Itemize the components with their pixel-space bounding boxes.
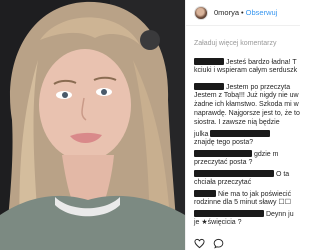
comment-item: je ★święcicia ? bbox=[194, 219, 300, 227]
comment-item: znajdę tego posta? bbox=[194, 139, 300, 147]
comment-item: Jestem po przeczyta bbox=[194, 83, 300, 92]
comment-text: przeczytać posta ? bbox=[194, 159, 253, 166]
comment-item: gdzie m bbox=[194, 150, 300, 159]
avatar[interactable] bbox=[194, 5, 208, 20]
post-actions bbox=[186, 236, 300, 250]
post-side-panel: 0morya • Obserwuj Załaduj więcej komenta… bbox=[185, 0, 300, 250]
portrait-illustration bbox=[0, 0, 185, 250]
comment-item: chciała przeczytać bbox=[194, 179, 300, 187]
comment-text: Jesteś bardzo ładna! T bbox=[225, 59, 297, 66]
comment-text: Nie ma to jak poświecić bbox=[217, 191, 292, 198]
heart-icon[interactable] bbox=[194, 238, 205, 249]
post-photo[interactable] bbox=[0, 0, 185, 250]
comment-text: kciuki i wspieram całym serduszk bbox=[194, 67, 298, 74]
comment-text: Jestem z Tobą!!! Już nigdy nie uw bbox=[194, 92, 299, 99]
load-more-comments-link[interactable]: Załaduj więcej komentarzy bbox=[194, 40, 276, 47]
comment-item: kciuki i wspieram całym serduszk bbox=[194, 67, 300, 75]
comment-item: O ta bbox=[194, 170, 300, 179]
comment-text: siostra. I zawsze nią będzie bbox=[194, 119, 280, 126]
comment-item: siostra. I zawsze nią będzie bbox=[194, 119, 300, 127]
comment-text: rodzinne dla 5 minut sławy ☐☐ bbox=[194, 199, 291, 206]
comment-item: naprawdę. Najgorsze jest to, że to bbox=[194, 110, 300, 118]
comment-text: żadne ich kłamstwo. Szkoda mi w bbox=[194, 101, 299, 108]
comment-item: przeczytać posta ? bbox=[194, 159, 300, 167]
redacted-username bbox=[194, 58, 224, 65]
comment-text: gdzie m bbox=[253, 151, 279, 158]
redacted-username bbox=[194, 83, 224, 90]
comment-item: rodzinne dla 5 minut sławy ☐☐ bbox=[194, 199, 300, 207]
comment-text: julka bbox=[194, 131, 209, 138]
comment-icon[interactable] bbox=[213, 238, 224, 249]
comment-item: żadne ich kłamstwo. Szkoda mi w bbox=[194, 101, 300, 109]
follow-button[interactable]: Obserwuj bbox=[246, 8, 278, 17]
redacted-username bbox=[194, 150, 252, 157]
redacted-username bbox=[194, 190, 216, 197]
post-header: 0morya • Obserwuj bbox=[186, 0, 300, 26]
comment-item: julka bbox=[194, 130, 300, 139]
comment-text: je ★święcicia ? bbox=[194, 219, 242, 226]
username-link[interactable]: 0morya bbox=[214, 8, 239, 17]
comment-text: chciała przeczytać bbox=[194, 179, 252, 186]
comment-text: O ta bbox=[275, 171, 290, 178]
comment-text: Deynn ju bbox=[265, 211, 294, 218]
comment-item: Jesteś bardzo ładna! T bbox=[194, 58, 300, 67]
comment-item: Nie ma to jak poświecić bbox=[194, 190, 300, 199]
separator-dot: • bbox=[241, 8, 244, 17]
comment-item: Deynn ju bbox=[194, 210, 300, 219]
redacted-username bbox=[194, 210, 264, 217]
redacted-username bbox=[194, 170, 274, 177]
comment-text: znajdę tego posta? bbox=[194, 139, 254, 146]
redacted-text bbox=[210, 130, 271, 137]
comment-text: naprawdę. Najgorsze jest to, że to bbox=[194, 110, 300, 117]
comment-text: Jestem po przeczyta bbox=[225, 84, 291, 91]
comment-item: Jestem z Tobą!!! Już nigdy nie uw bbox=[194, 92, 300, 100]
